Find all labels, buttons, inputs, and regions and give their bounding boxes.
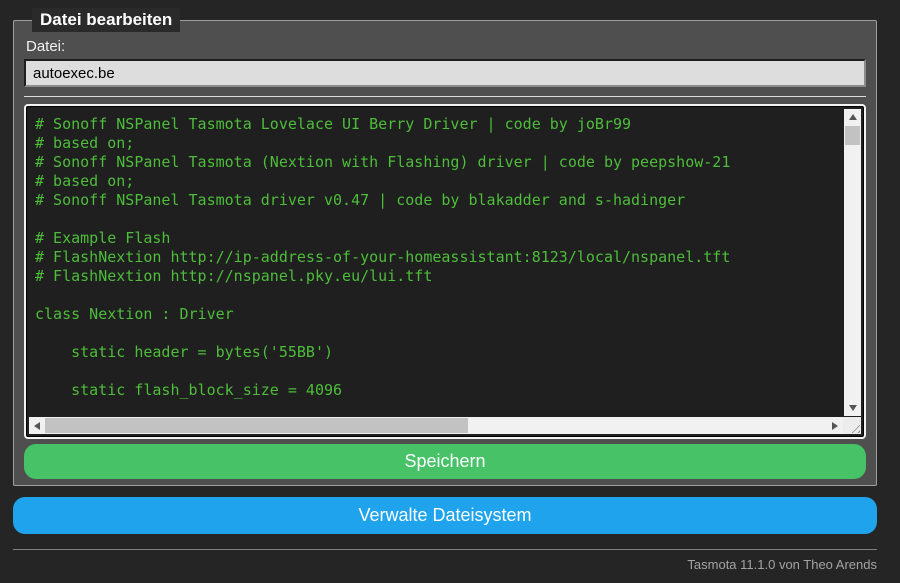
file-content-text[interactable]: # Sonoff NSPanel Tasmota Lovelace UI Ber…: [29, 109, 843, 416]
scroll-left-button[interactable]: [29, 417, 45, 434]
file-label: Datei:: [26, 38, 66, 55]
footer-divider: [13, 549, 877, 550]
scroll-up-button[interactable]: [844, 109, 861, 125]
scroll-down-button[interactable]: [844, 400, 861, 416]
tasmota-edit-file-page: Datei bearbeiten Datei: # Sonoff NSPanel…: [0, 0, 900, 583]
scroll-right-button[interactable]: [827, 417, 843, 434]
vertical-scrollbar[interactable]: [844, 109, 861, 416]
manage-filesystem-button[interactable]: Verwalte Dateisystem: [13, 497, 877, 534]
horizontal-scrollbar-thumb[interactable]: [45, 418, 469, 433]
triangle-left-icon: [34, 421, 40, 430]
edit-file-fieldset: Datei bearbeiten Datei: # Sonoff NSPanel…: [13, 8, 877, 486]
vertical-scrollbar-thumb[interactable]: [845, 126, 860, 145]
scrollbar-corner: [843, 417, 861, 434]
triangle-up-icon: [848, 114, 857, 120]
edit-file-legend: Datei bearbeiten: [32, 8, 181, 32]
triangle-down-icon: [848, 405, 857, 411]
page-content: Datei bearbeiten Datei: # Sonoff NSPanel…: [0, 0, 900, 572]
horizontal-scrollbar[interactable]: [29, 417, 843, 434]
page-footer: Tasmota 11.1.0 von Theo Arends: [13, 549, 877, 572]
save-button[interactable]: Speichern: [24, 444, 866, 479]
resize-grip-icon[interactable]: [848, 421, 860, 433]
footer-version-text: Tasmota 11.1.0 von Theo Arends: [687, 557, 877, 572]
filename-input[interactable]: [24, 59, 866, 87]
input-separator: [24, 96, 866, 97]
file-content-textarea[interactable]: # Sonoff NSPanel Tasmota Lovelace UI Ber…: [24, 104, 866, 439]
triangle-right-icon: [832, 421, 838, 430]
